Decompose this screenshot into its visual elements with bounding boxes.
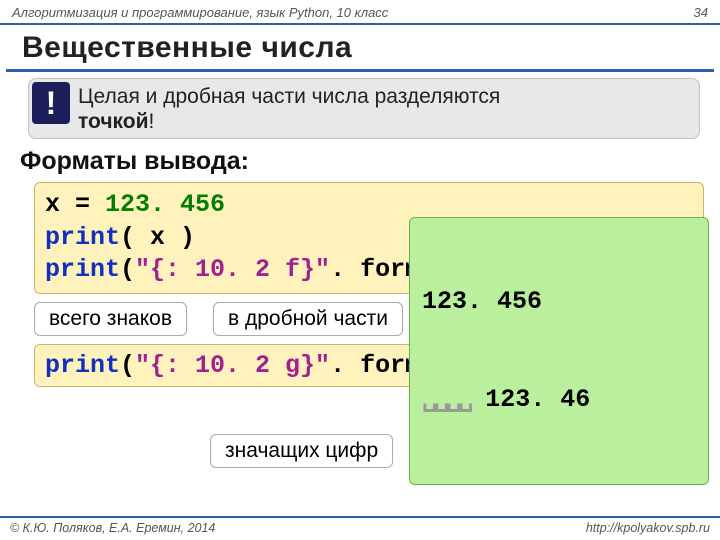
output-value-1: 123. 456 bbox=[422, 286, 696, 319]
footer-url: http://kpolyakov.spb.ru bbox=[586, 521, 710, 535]
footer-copyright: © К.Ю. Поляков, Е.А. Еремин, 2014 bbox=[10, 521, 215, 535]
output-value-2: ␣␣␣␣ 123. 46 bbox=[422, 384, 696, 417]
important-note: ! Целая и дробная части числа разделяютс… bbox=[28, 78, 700, 139]
title-underline bbox=[6, 69, 714, 72]
exclamation-icon: ! bbox=[32, 82, 70, 124]
header-left: Алгоритмизация и программирование, язык … bbox=[12, 5, 388, 20]
section-heading: Форматы вывода: bbox=[0, 145, 720, 180]
output-box-1: 123. 456 ␣␣␣␣ 123. 46 bbox=[409, 217, 709, 485]
slide-title: Вещественные числа bbox=[0, 25, 720, 69]
page-number: 34 bbox=[694, 5, 708, 20]
label-significant: значащих цифр bbox=[210, 434, 393, 468]
code-block-1: x = 123. 456 print( x ) print("{: 10. 2 … bbox=[34, 182, 704, 294]
label-decimal-chars: в дробной части bbox=[213, 302, 403, 336]
label-total-chars: всего знаков bbox=[34, 302, 187, 336]
slide-header: Алгоритмизация и программирование, язык … bbox=[0, 0, 720, 25]
note-text: Целая и дробная части числа разделяются … bbox=[78, 82, 500, 134]
slide-footer: © К.Ю. Поляков, Е.А. Еремин, 2014 http:/… bbox=[0, 516, 720, 540]
